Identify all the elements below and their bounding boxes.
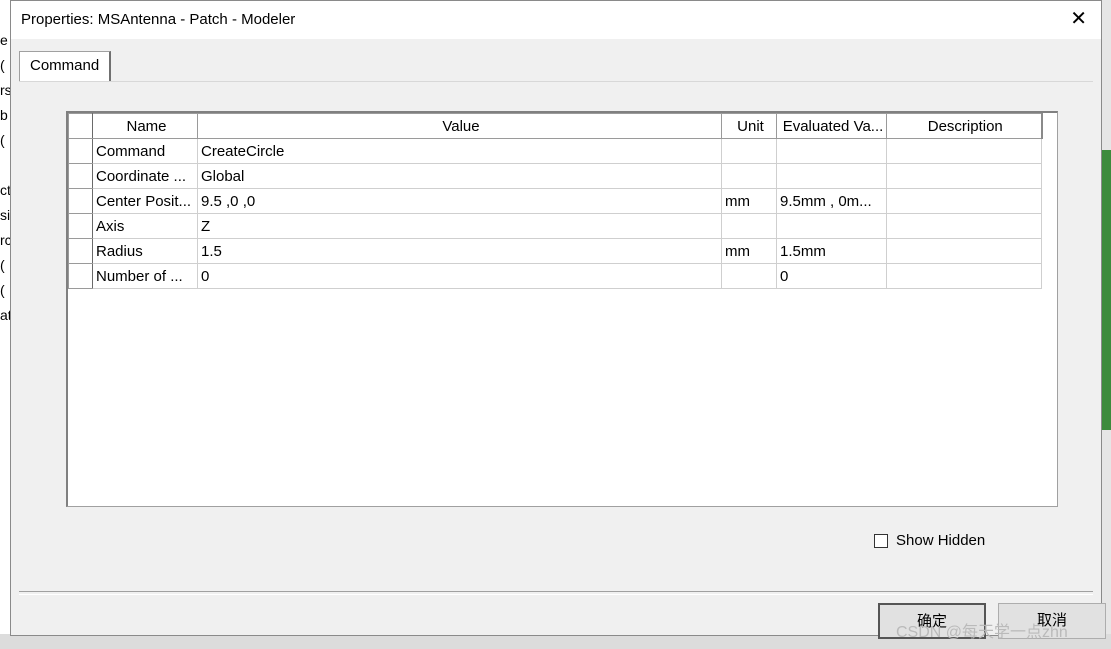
show-hidden-checkbox[interactable] (874, 533, 888, 548)
cell-evaluated (776, 163, 887, 189)
show-hidden-label: Show Hidden (896, 532, 986, 549)
row-selector[interactable] (68, 238, 93, 264)
cell-evaluated: 0 (776, 263, 887, 289)
cell-name[interactable]: Center Posit... (92, 188, 198, 214)
properties-grid: Name Value Unit Evaluated Va... Descript… (66, 111, 1058, 507)
cell-unit[interactable] (721, 163, 777, 189)
cell-name[interactable]: Axis (92, 213, 198, 239)
table-row[interactable]: Command CreateCircle (68, 138, 1057, 164)
bg-fragment: ( (0, 257, 5, 273)
table-row[interactable]: Radius 1.5 mm 1.5mm (68, 238, 1057, 264)
tab-command[interactable]: Command (19, 51, 112, 81)
header-row-selector (68, 113, 93, 139)
cell-description[interactable] (886, 163, 1042, 189)
cell-name[interactable]: Radius (92, 238, 198, 264)
column-header-name[interactable]: Name (92, 113, 198, 139)
background-model-view (1101, 150, 1111, 430)
cell-unit[interactable]: mm (721, 188, 777, 214)
cell-evaluated: 1.5mm (776, 238, 887, 264)
cell-value[interactable]: 1.5 (197, 238, 722, 264)
table-row[interactable]: Axis Z (68, 213, 1057, 239)
cell-description[interactable] (886, 263, 1042, 289)
cell-description[interactable] (886, 213, 1042, 239)
row-selector[interactable] (68, 163, 93, 189)
table-row[interactable]: Center Posit... 9.5 ,0 ,0 mm 9.5mm , 0m.… (68, 188, 1057, 214)
cell-description[interactable] (886, 238, 1042, 264)
row-selector[interactable] (68, 138, 93, 164)
cell-name[interactable]: Command (92, 138, 198, 164)
properties-dialog: Properties: MSAntenna - Patch - Modeler … (10, 0, 1106, 639)
table-header-row: Name Value Unit Evaluated Va... Descript… (68, 113, 1057, 139)
cell-description[interactable] (886, 138, 1042, 164)
properties-table: Name Value Unit Evaluated Va... Descript… (68, 113, 1057, 289)
row-selector[interactable] (68, 188, 93, 214)
bg-fragment: b (0, 107, 8, 123)
cell-description[interactable] (886, 188, 1042, 214)
cell-evaluated (776, 213, 887, 239)
cell-value[interactable]: 0 (197, 263, 722, 289)
bg-fragment: ( (0, 132, 5, 148)
column-header-value[interactable]: Value (197, 113, 722, 139)
table-row[interactable]: Number of ... 0 0 (68, 263, 1057, 289)
cell-unit[interactable] (721, 213, 777, 239)
close-icon[interactable]: ✕ (1070, 9, 1087, 29)
show-hidden-option[interactable]: Show Hidden (874, 532, 985, 549)
title-bar[interactable]: Properties: MSAntenna - Patch - Modeler … (11, 1, 1101, 39)
watermark-text: CSDN @每天学一点zhn (896, 624, 1068, 641)
column-header-description[interactable]: Description (886, 113, 1043, 139)
cell-unit[interactable] (721, 138, 777, 164)
bg-fragment: ( (0, 57, 5, 73)
footer-divider (19, 591, 1093, 595)
dialog-title: Properties: MSAntenna - Patch - Modeler (21, 11, 296, 28)
bg-fragment: e (0, 32, 8, 48)
row-selector[interactable] (68, 213, 93, 239)
cell-unit[interactable]: mm (721, 238, 777, 264)
table-row[interactable]: Coordinate ... Global (68, 163, 1057, 189)
bg-fragment: si (0, 207, 11, 223)
column-header-unit[interactable]: Unit (721, 113, 777, 139)
row-selector[interactable] (68, 263, 93, 289)
cell-value[interactable]: Z (197, 213, 722, 239)
cell-value[interactable]: 9.5 ,0 ,0 (197, 188, 722, 214)
cell-name[interactable]: Number of ... (92, 263, 198, 289)
cell-name[interactable]: Coordinate ... (92, 163, 198, 189)
bg-fragment: ( (0, 282, 5, 298)
cell-value[interactable]: Global (197, 163, 722, 189)
header-filler (1041, 113, 1057, 139)
cell-evaluated (776, 138, 887, 164)
cell-unit[interactable] (721, 263, 777, 289)
cell-value[interactable]: CreateCircle (197, 138, 722, 164)
column-header-evaluated-value[interactable]: Evaluated Va... (776, 113, 887, 139)
cell-evaluated: 9.5mm , 0m... (776, 188, 887, 214)
